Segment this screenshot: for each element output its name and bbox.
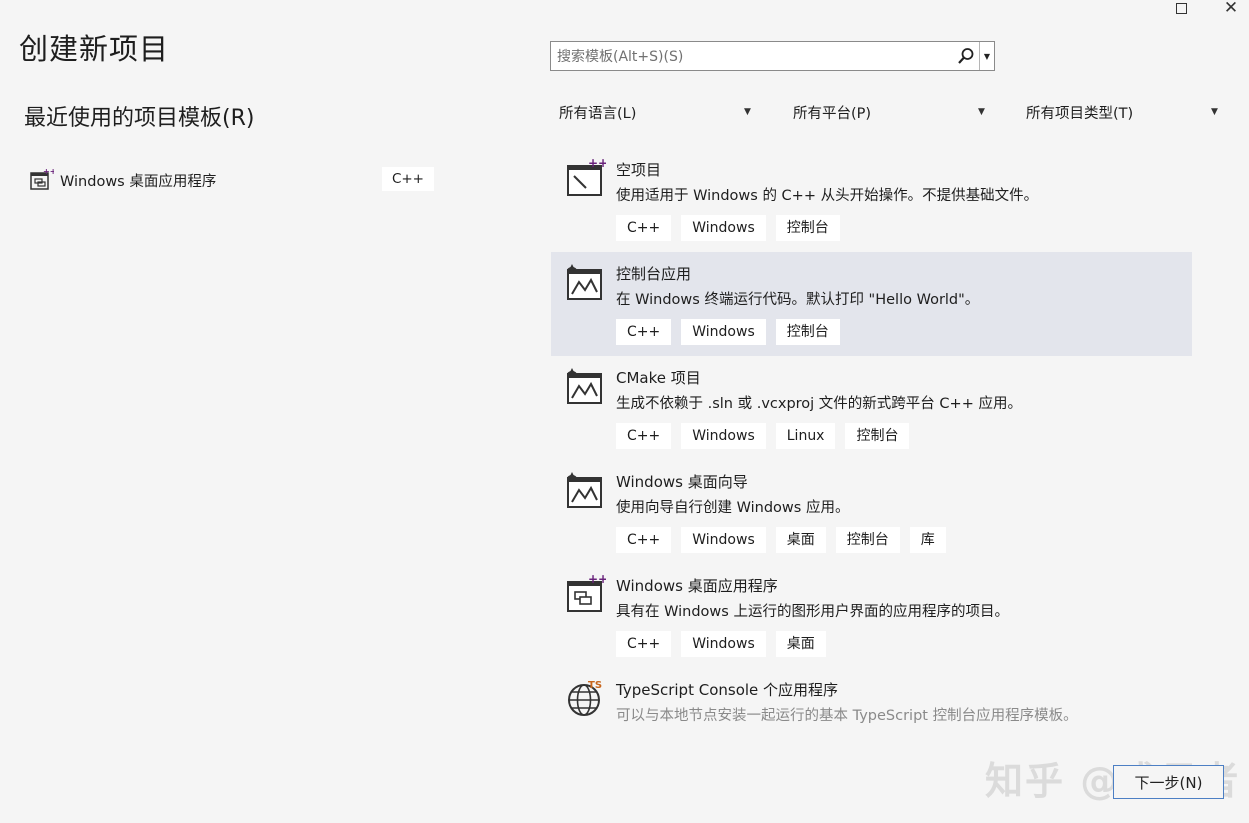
chevron-down-icon: ▼ (744, 107, 751, 117)
template-tag: 控制台 (775, 215, 840, 241)
recent-template-tag: C++ (381, 167, 434, 191)
template-tag: Windows (681, 423, 766, 449)
maximize-button[interactable] (1169, 0, 1193, 16)
windows-desktop-app-icon: ++ (30, 167, 54, 190)
template-name: 控制台应用 (616, 265, 692, 283)
template-description: 生成不依赖于 .sln 或 .vcxproj 文件的新式跨平台 C++ 应用。 (616, 396, 1022, 412)
template-tag: Windows (681, 527, 766, 553)
recent-template-label: Windows 桌面应用程序 (60, 173, 217, 190)
page-title: 创建新项目 (19, 32, 170, 66)
template-name: TypeScript Console 个应用程序 (616, 681, 839, 699)
template-name: Windows 桌面应用程序 (616, 577, 778, 595)
empty-project-icon: ++ (567, 158, 606, 196)
template-tag: C++ (616, 631, 672, 657)
typescript-globe-icon: TS (568, 680, 602, 716)
windows-desktop-app-icon: ++ (567, 574, 606, 612)
template-tag: Windows (681, 319, 766, 345)
template-tag: Windows (681, 215, 766, 241)
template-name: Windows 桌面向导 (616, 473, 748, 491)
language-filter-label: 所有语言(L) (559, 105, 637, 122)
template-tag: 控制台 (845, 423, 910, 449)
template-tag: Linux (775, 423, 836, 449)
template-tag: C++ (616, 423, 672, 449)
template-name: 空项目 (616, 161, 662, 179)
maximize-icon (1175, 2, 1187, 14)
template-description: 具有在 Windows 上运行的图形用户界面的应用程序的项目。 (616, 604, 1009, 620)
template-description: 使用适用于 Windows 的 C++ 从头开始操作。不提供基础文件。 (616, 188, 1039, 204)
template-tag: Windows (681, 631, 766, 657)
close-button[interactable]: ✕ (1219, 0, 1243, 18)
svg-text:++: ++ (588, 574, 606, 586)
template-tag: 控制台 (835, 527, 900, 553)
template-item-desktop-wizard[interactable]: Windows 桌面向导 使用向导自行创建 Windows 应用。 C++ Wi… (551, 460, 1192, 564)
template-description: 在 Windows 终端运行代码。默认打印 "Hello World"。 (616, 292, 980, 308)
template-tag: 桌面 (775, 527, 826, 553)
search-input[interactable]: 搜索模板(Alt+S)(S) (551, 46, 953, 66)
template-tag: C++ (616, 527, 672, 553)
template-tag: C++ (616, 319, 672, 345)
template-item-windows-desktop-app[interactable]: ++ Windows 桌面应用程序 具有在 Windows 上运行的图形用户界面… (551, 564, 1192, 668)
desktop-wizard-icon (567, 472, 602, 508)
template-tag: 桌面 (775, 631, 826, 657)
template-tag: 库 (909, 527, 946, 553)
template-tag: C++ (616, 215, 672, 241)
template-tag: 控制台 (775, 319, 840, 345)
template-description: 可以与本地节点安装一起运行的基本 TypeScript 控制台应用程序模板。 (616, 708, 1078, 724)
cmake-project-icon (567, 368, 602, 404)
chevron-down-icon: ▼ (1211, 107, 1218, 117)
project-type-filter[interactable]: 所有项目类型(T) ▼ (1026, 100, 1218, 124)
svg-text:++: ++ (43, 167, 54, 176)
chevron-down-icon: ▼ (978, 107, 985, 117)
next-button[interactable]: 下一步(N) (1113, 765, 1224, 799)
recent-templates-heading: 最近使用的项目模板(R) (24, 106, 255, 131)
project-type-filter-label: 所有项目类型(T) (1026, 105, 1134, 122)
recent-template-item[interactable]: ++ Windows 桌面应用程序 C++ (24, 163, 440, 197)
template-item-empty-project[interactable]: ++ 空项目 使用适用于 Windows 的 C++ 从头开始操作。不提供基础文… (551, 148, 1192, 252)
search-options-dropdown[interactable]: ▼ (979, 42, 994, 70)
search-icon (958, 48, 974, 64)
language-filter[interactable]: 所有语言(L) ▼ (559, 100, 751, 124)
chevron-down-icon: ▼ (983, 51, 991, 61)
svg-text:TS: TS (588, 680, 602, 691)
platform-filter[interactable]: 所有平台(P) ▼ (793, 100, 985, 124)
close-icon: ✕ (1223, 0, 1239, 18)
template-name: CMake 项目 (616, 369, 701, 387)
template-list: ++ 空项目 使用适用于 Windows 的 C++ 从头开始操作。不提供基础文… (551, 148, 1192, 772)
template-item-cmake-project[interactable]: CMake 项目 生成不依赖于 .sln 或 .vcxproj 文件的新式跨平台… (551, 356, 1192, 460)
console-app-icon (567, 264, 602, 300)
platform-filter-label: 所有平台(P) (793, 105, 872, 122)
search-box[interactable]: 搜索模板(Alt+S)(S) ▼ (550, 41, 995, 71)
svg-text:++: ++ (588, 158, 606, 170)
template-item-console-app[interactable]: 控制台应用 在 Windows 终端运行代码。默认打印 "Hello World… (551, 252, 1192, 356)
template-description: 使用向导自行创建 Windows 应用。 (616, 500, 850, 516)
search-button[interactable] (953, 47, 979, 65)
